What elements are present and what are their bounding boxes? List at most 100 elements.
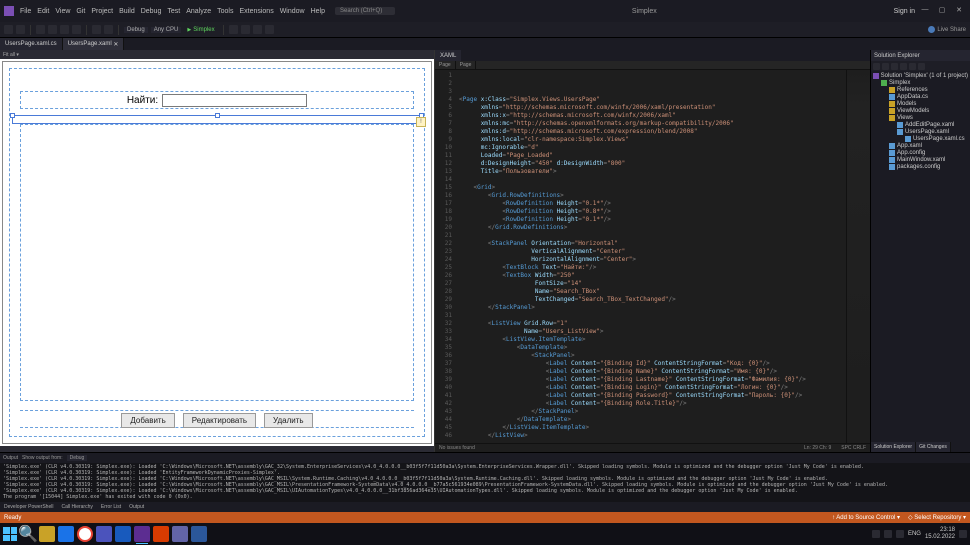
tray-chevron-icon[interactable] xyxy=(872,530,880,538)
tray-volume-icon[interactable] xyxy=(896,530,904,538)
menu-view[interactable]: View xyxy=(55,8,70,15)
code-lines[interactable]: <Page x:Class="Simplex.Views.UsersPage" … xyxy=(455,70,870,443)
select-repo-button[interactable]: ◇ Select Repository ▾ xyxy=(908,514,966,521)
menu-git[interactable]: Git xyxy=(76,8,85,15)
file-node[interactable]: UsersPage.xaml xyxy=(873,129,968,136)
tray-network-icon[interactable] xyxy=(884,530,892,538)
delete-button[interactable]: Удалить xyxy=(264,413,313,428)
output-body[interactable]: 'Simplex.exe' (CLR v4.0.30319: Simplex.e… xyxy=(0,463,970,502)
menu-edit[interactable]: Edit xyxy=(37,8,49,15)
save-all-icon[interactable] xyxy=(72,25,81,34)
scope-combo[interactable]: Page xyxy=(435,61,456,69)
close-button[interactable]: ✕ xyxy=(952,6,966,16)
folder-node[interactable]: Models xyxy=(873,101,968,108)
minimize-button[interactable]: — xyxy=(918,6,932,16)
zoom-combo[interactable]: Fit all ▾ xyxy=(3,52,19,58)
tab-solution-explorer[interactable]: Solution Explorer xyxy=(871,442,916,452)
menu-debug[interactable]: Debug xyxy=(141,8,162,15)
nav-back-icon[interactable] xyxy=(4,25,13,34)
search-box[interactable]: Search (Ctrl+Q) xyxy=(335,7,395,15)
menu-file[interactable]: File xyxy=(20,8,31,15)
minimap[interactable] xyxy=(846,70,870,443)
undo-icon[interactable] xyxy=(92,25,101,34)
resize-handle[interactable] xyxy=(215,113,220,118)
edit-button[interactable]: Редактировать xyxy=(183,413,256,428)
redo-icon[interactable] xyxy=(104,25,113,34)
start-button[interactable]: Simplex xyxy=(184,27,217,33)
bottom-tab[interactable]: Call Hierarchy xyxy=(57,502,96,512)
properties-icon[interactable] xyxy=(918,63,925,70)
solution-tree[interactable]: Solution 'Simplex' (1 of 1 project) Simp… xyxy=(871,71,970,442)
showall-icon[interactable] xyxy=(909,63,916,70)
bottom-tab[interactable]: Error List xyxy=(97,502,125,512)
task-word-icon[interactable] xyxy=(115,526,131,542)
refresh-icon[interactable] xyxy=(891,63,898,70)
references-node[interactable]: References xyxy=(873,87,968,94)
nav-fwd-icon[interactable] xyxy=(16,25,25,34)
windows-start-icon[interactable] xyxy=(3,527,17,541)
warning-adorner-icon[interactable]: ! xyxy=(416,117,426,127)
tab-userspage-cs[interactable]: UsersPage.xaml.cs xyxy=(0,38,63,50)
task-search-icon[interactable]: 🔍 xyxy=(20,526,36,542)
task-teams-icon[interactable] xyxy=(96,526,112,542)
tool-icon[interactable] xyxy=(241,25,250,34)
project-node[interactable]: Simplex xyxy=(873,80,968,87)
menu-tools[interactable]: Tools xyxy=(217,8,233,15)
output-from-combo[interactable]: Debug xyxy=(67,455,88,461)
menu-test[interactable]: Test xyxy=(167,8,180,15)
save-icon[interactable] xyxy=(60,25,69,34)
file-node[interactable]: packages.config xyxy=(873,164,968,171)
menu-project[interactable]: Project xyxy=(91,8,113,15)
listview-selection[interactable] xyxy=(12,115,422,124)
task-app-icon[interactable] xyxy=(172,526,188,542)
folder-node[interactable]: Views xyxy=(873,115,968,122)
task-explorer-icon[interactable] xyxy=(39,526,55,542)
task-chrome-icon[interactable] xyxy=(77,526,93,542)
tray-notifications-icon[interactable] xyxy=(959,530,967,538)
platform-combo[interactable]: Any CPU xyxy=(151,27,182,33)
task-app-icon[interactable] xyxy=(153,526,169,542)
maximize-button[interactable]: ▢ xyxy=(935,6,949,16)
tray-clock[interactable]: 23:1815.02.2022 xyxy=(925,527,955,541)
sign-in-link[interactable]: Sign in xyxy=(894,8,915,15)
tab-userspage-xaml[interactable]: UsersPage.xaml ✕ xyxy=(63,38,125,50)
folder-node[interactable]: ViewModels xyxy=(873,108,968,115)
search-textbox[interactable] xyxy=(162,94,307,107)
code-editor[interactable]: 1234567891011121314151617181920212223242… xyxy=(435,70,870,443)
task-app-icon[interactable] xyxy=(191,526,207,542)
designer-splitter[interactable] xyxy=(0,446,434,452)
menu-window[interactable]: Window xyxy=(280,8,305,15)
config-combo[interactable]: Debug xyxy=(124,27,148,33)
file-node[interactable]: UsersPage.xaml.cs xyxy=(873,136,968,143)
sync-icon[interactable] xyxy=(882,63,889,70)
menu-help[interactable]: Help xyxy=(311,8,325,15)
task-edge-icon[interactable] xyxy=(58,526,74,542)
task-visualstudio-icon[interactable] xyxy=(134,526,150,542)
xaml-tab[interactable]: XAML xyxy=(435,50,461,61)
open-icon[interactable] xyxy=(48,25,57,34)
file-node[interactable]: App.xaml xyxy=(873,143,968,150)
resize-handle[interactable] xyxy=(10,113,15,118)
tool-icon[interactable] xyxy=(265,25,274,34)
source-control-button[interactable]: ↑ Add to Source Control ▾ xyxy=(832,514,900,521)
menu-build[interactable]: Build xyxy=(119,8,135,15)
live-share-button[interactable]: Live Share xyxy=(928,26,966,33)
home-icon[interactable] xyxy=(873,63,880,70)
menu-analyze[interactable]: Analyze xyxy=(186,8,211,15)
member-combo[interactable]: Page xyxy=(456,61,477,69)
tool-icon[interactable] xyxy=(229,25,238,34)
add-button[interactable]: Добавить xyxy=(121,413,174,428)
collapse-icon[interactable] xyxy=(900,63,907,70)
file-node[interactable]: AddEditPage.xaml xyxy=(873,122,968,129)
listview-outline[interactable] xyxy=(20,124,414,401)
file-node[interactable]: MainWindow.xaml xyxy=(873,157,968,164)
file-node[interactable]: AppData.cs xyxy=(873,94,968,101)
menu-extensions[interactable]: Extensions xyxy=(239,8,273,15)
solution-node[interactable]: Solution 'Simplex' (1 of 1 project) xyxy=(873,73,968,80)
tool-icon[interactable] xyxy=(253,25,262,34)
file-node[interactable]: App.config xyxy=(873,150,968,157)
new-icon[interactable] xyxy=(36,25,45,34)
bottom-tab[interactable]: Developer PowerShell xyxy=(0,502,57,512)
tray-lang[interactable]: ENG xyxy=(908,531,921,537)
tab-git-changes[interactable]: Git Changes xyxy=(916,442,951,452)
